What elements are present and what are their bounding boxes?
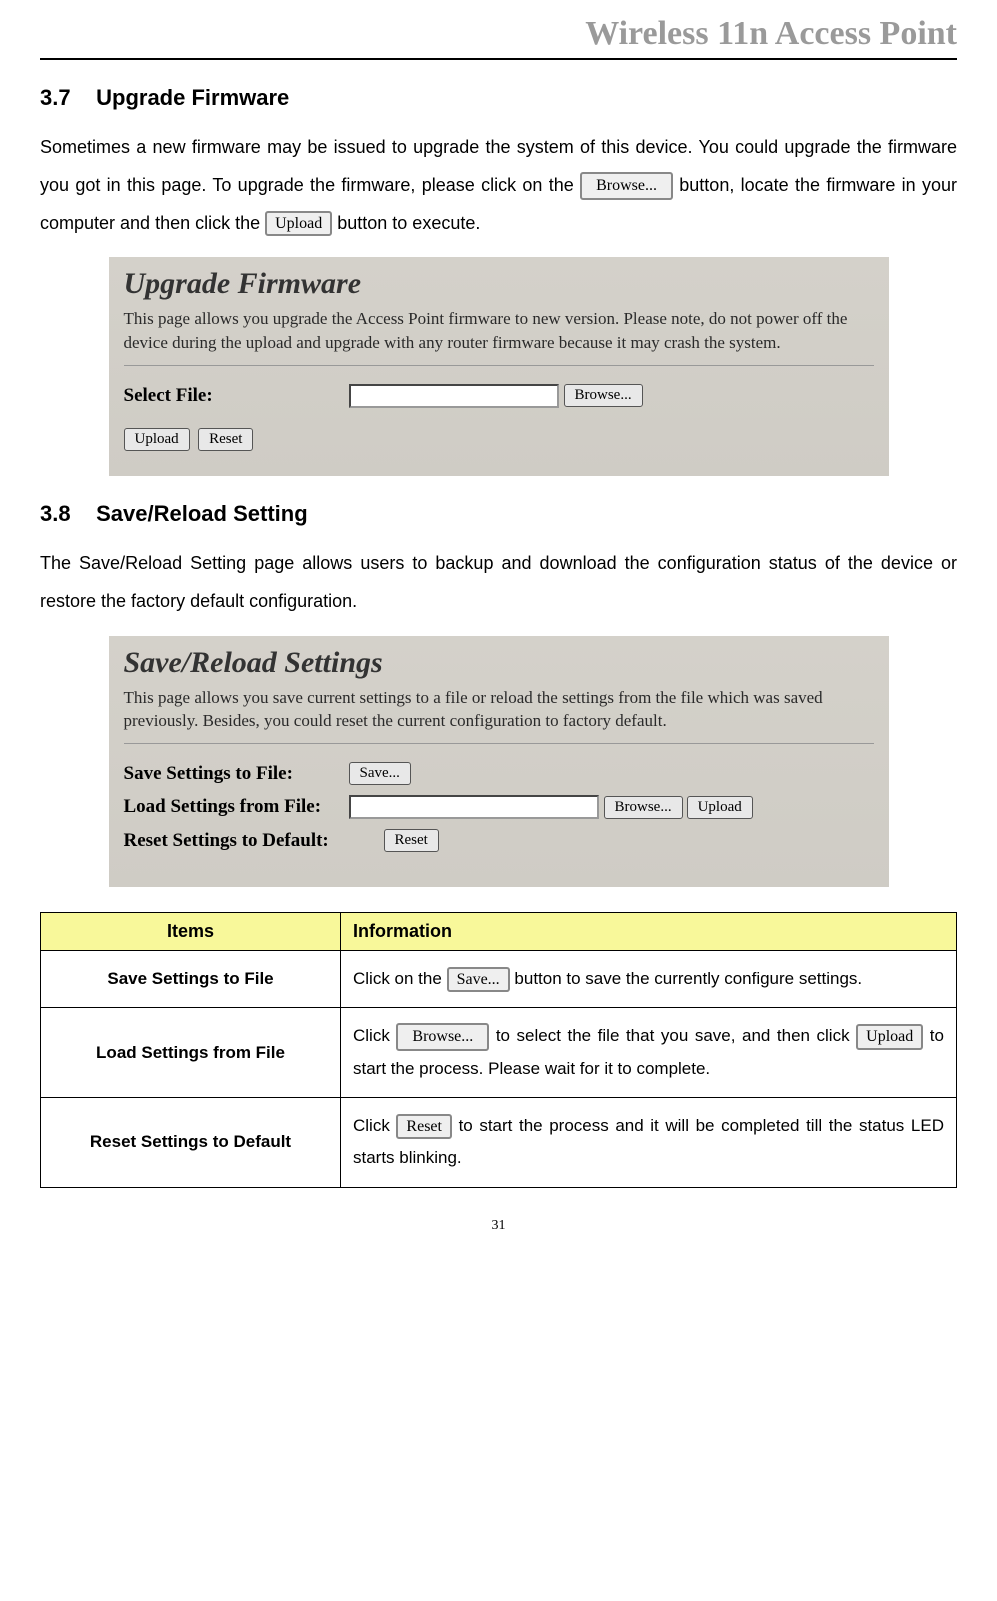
upload-button[interactable]: Upload xyxy=(124,428,190,451)
screenshot-description: This page allows you save current settin… xyxy=(124,686,874,744)
table-header-items: Items xyxy=(41,913,341,951)
item-info: Click Browse... to select the file that … xyxy=(341,1008,957,1098)
screenshot-title: Save/Reload Settings xyxy=(124,646,874,680)
table-row: Save Settings to File Click on the Save.… xyxy=(41,951,957,1008)
select-file-row: Select File: Browse... xyxy=(124,384,874,408)
settings-table: Items Information Save Settings to File … xyxy=(40,912,957,1187)
table-header-info: Information xyxy=(341,913,957,951)
item-name: Load Settings from File xyxy=(41,1008,341,1098)
page-number: 31 xyxy=(40,1218,957,1234)
save-reload-screenshot: Save/Reload Settings This page allows yo… xyxy=(109,636,889,888)
browse-button[interactable]: Browse... xyxy=(564,384,643,407)
item-info: Click on the Save... button to save the … xyxy=(341,951,957,1008)
browse-button[interactable]: Browse... xyxy=(604,796,683,819)
table-row: Load Settings from File Click Browse... … xyxy=(41,1008,957,1098)
browse-button-inline: Browse... xyxy=(580,172,673,199)
upgrade-firmware-screenshot: Upgrade Firmware This page allows you up… xyxy=(109,257,889,476)
table-row: Reset Settings to Default Click Reset to… xyxy=(41,1098,957,1188)
upload-button-inline: Upload xyxy=(265,211,332,236)
divider xyxy=(124,365,874,366)
upload-button[interactable]: Upload xyxy=(687,796,753,819)
save-settings-row: Save Settings to File: Save... xyxy=(124,762,874,785)
item-name: Reset Settings to Default xyxy=(41,1098,341,1188)
file-input[interactable] xyxy=(349,795,599,819)
save-settings-label: Save Settings to File: xyxy=(124,763,349,785)
load-settings-row: Load Settings from File: Browse... Uploa… xyxy=(124,795,874,819)
section-3-7-title: 3.7 Upgrade Firmware xyxy=(40,85,957,111)
reset-button[interactable]: Reset xyxy=(198,428,253,451)
item-name: Save Settings to File xyxy=(41,951,341,1008)
page-header: Wireless 11n Access Point xyxy=(40,10,957,60)
upload-button-inline: Upload xyxy=(856,1024,923,1049)
reset-button[interactable]: Reset xyxy=(384,829,439,852)
save-button[interactable]: Save... xyxy=(349,762,411,785)
file-input[interactable] xyxy=(349,384,559,408)
reset-settings-row: Reset Settings to Default: Reset xyxy=(124,829,874,852)
screenshot-description: This page allows you upgrade the Access … xyxy=(124,307,874,365)
button-row: Upload Reset xyxy=(124,428,874,451)
load-settings-label: Load Settings from File: xyxy=(124,796,349,818)
section-3-8-paragraph: The Save/Reload Setting page allows user… xyxy=(40,545,957,621)
section-3-8-title: 3.8 Save/Reload Setting xyxy=(40,501,957,527)
save-button-inline: Save... xyxy=(447,967,510,992)
divider xyxy=(124,743,874,744)
reset-settings-label: Reset Settings to Default: xyxy=(124,830,384,852)
screenshot-title: Upgrade Firmware xyxy=(124,267,874,301)
reset-button-inline: Reset xyxy=(396,1114,452,1139)
browse-button-inline: Browse... xyxy=(396,1023,489,1050)
document-title: Wireless 11n Access Point xyxy=(585,15,957,52)
item-info: Click Reset to start the process and it … xyxy=(341,1098,957,1188)
select-file-label: Select File: xyxy=(124,385,349,407)
section-3-7-paragraph: Sometimes a new firmware may be issued t… xyxy=(40,129,957,242)
